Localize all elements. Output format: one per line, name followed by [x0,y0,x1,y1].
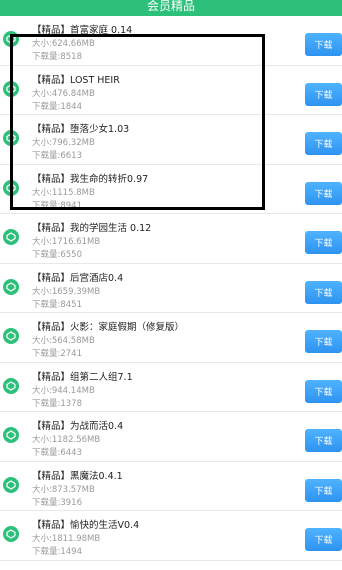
item-title: 【精品】首富家庭 0.14 [32,25,133,36]
item-downloads: 下载量:6613 [32,151,82,161]
download-button[interactable]: 下载 [305,33,342,56]
item-downloads: 下载量:8941 [32,200,82,211]
list-item[interactable]: 【精品】火影：家庭假期（修复版） 大小:564.58MB 下载量:2741 下载 [0,313,342,363]
item-size: 大小:796.32MB [32,138,95,148]
page-title: 会员精品 [146,0,195,13]
item-size: 大小:476.84MB [32,88,95,99]
download-button[interactable]: 下载 [305,280,342,304]
app-badge-icon [3,31,19,47]
item-title: 【精品】我的学园生活 0.12 [32,223,152,234]
item-downloads: 下载量:6550 [32,250,82,260]
list-item[interactable]: 【精品】愉快的生活V0.4 大小:1811.98MB 下载量:1494 下载 [0,511,342,561]
list-item[interactable]: 【精品】我的学园生活 0.12 大小:1716.61MB 下载量:6550 下载 [0,214,342,264]
item-size: 大小:1659.39MB [32,286,101,297]
list-item[interactable]: 【精品】堕落少女1.03 大小:796.32MB 下载量:6613 下载 [0,115,342,165]
item-title: 【精品】为战而活0.4 [32,421,124,432]
item-downloads: 下载量:1844 [32,101,82,112]
item-size: 大小:1182.56MB [32,435,101,445]
item-size: 大小:1115.8MB [32,187,95,198]
item-downloads: 下载量:8451 [32,299,82,310]
item-downloads: 下载量:1378 [32,398,82,409]
item-size: 大小:944.14MB [32,385,95,396]
download-button[interactable]: 下载 [305,478,342,502]
item-size: 大小:1716.61MB [32,237,101,247]
download-button[interactable]: 下载 [305,132,342,155]
item-downloads: 下载量:1494 [32,547,82,557]
download-button[interactable]: 下载 [305,231,342,254]
app-badge-icon [3,130,19,146]
list-item[interactable]: 【精品】我生命的转折0.97 大小:1115.8MB 下载量:8941 下载 [0,165,342,214]
item-downloads: 下载量:3916 [32,497,82,508]
item-size: 大小:564.58MB [32,336,95,346]
list-item[interactable]: 【精品】LOST HEIR 大小:476.84MB 下载量:1844 下载 [0,66,342,115]
item-downloads: 下载量:8518 [32,52,82,62]
download-button[interactable]: 下载 [305,82,342,106]
download-button[interactable]: 下载 [305,330,342,353]
app-list: 【精品】首富家庭 0.14 大小:624.66MB 下载量:8518 下载 【精… [0,16,342,561]
download-button[interactable]: 下载 [305,429,342,452]
list-item[interactable]: 【精品】首富家庭 0.14 大小:624.66MB 下载量:8518 下载 [0,16,342,66]
app-badge-icon [3,278,19,295]
list-item[interactable]: 【精品】后宫酒店0.4 大小:1659.39MB 下载量:8451 下载 [0,264,342,313]
item-downloads: 下载量:2741 [32,349,82,359]
item-title: 【精品】组第二人组7.1 [32,371,133,383]
list-item[interactable]: 【精品】为战而活0.4 大小:1182.56MB 下载量:6443 下载 [0,412,342,462]
app-badge-icon [3,377,19,394]
item-size: 大小:624.66MB [32,39,95,49]
item-title: 【精品】黑魔法0.4.1 [32,470,123,482]
app-badge-icon [3,476,19,493]
download-button[interactable]: 下载 [305,181,342,205]
list-item[interactable]: 【精品】组第二人组7.1 大小:944.14MB 下载量:1378 下载 [0,363,342,412]
app-badge-icon [3,179,19,196]
app-badge-icon [3,229,19,245]
page-header: 会员精品 [0,0,342,16]
download-button[interactable]: 下载 [305,379,342,403]
list-item[interactable]: 【精品】黑魔法0.4.1 大小:873.57MB 下载量:3916 下载 [0,462,342,511]
item-size: 大小:1811.98MB [32,534,101,544]
app-badge-icon [3,80,19,97]
item-title: 【精品】愉快的生活V0.4 [32,520,140,531]
app-badge-icon [3,328,19,344]
download-button[interactable]: 下载 [305,528,342,551]
item-size: 大小:873.57MB [32,484,95,495]
item-title: 【精品】堕落少女1.03 [32,124,130,135]
item-title: 【精品】后宫酒店0.4 [32,272,124,284]
item-downloads: 下载量:6443 [32,448,82,458]
item-title: 【精品】我生命的转折0.97 [32,173,149,185]
app-badge-icon [3,526,19,542]
item-title: 【精品】LOST HEIR [32,74,120,86]
item-title: 【精品】火影：家庭假期（修复版） [32,322,185,333]
app-badge-icon [3,427,19,443]
